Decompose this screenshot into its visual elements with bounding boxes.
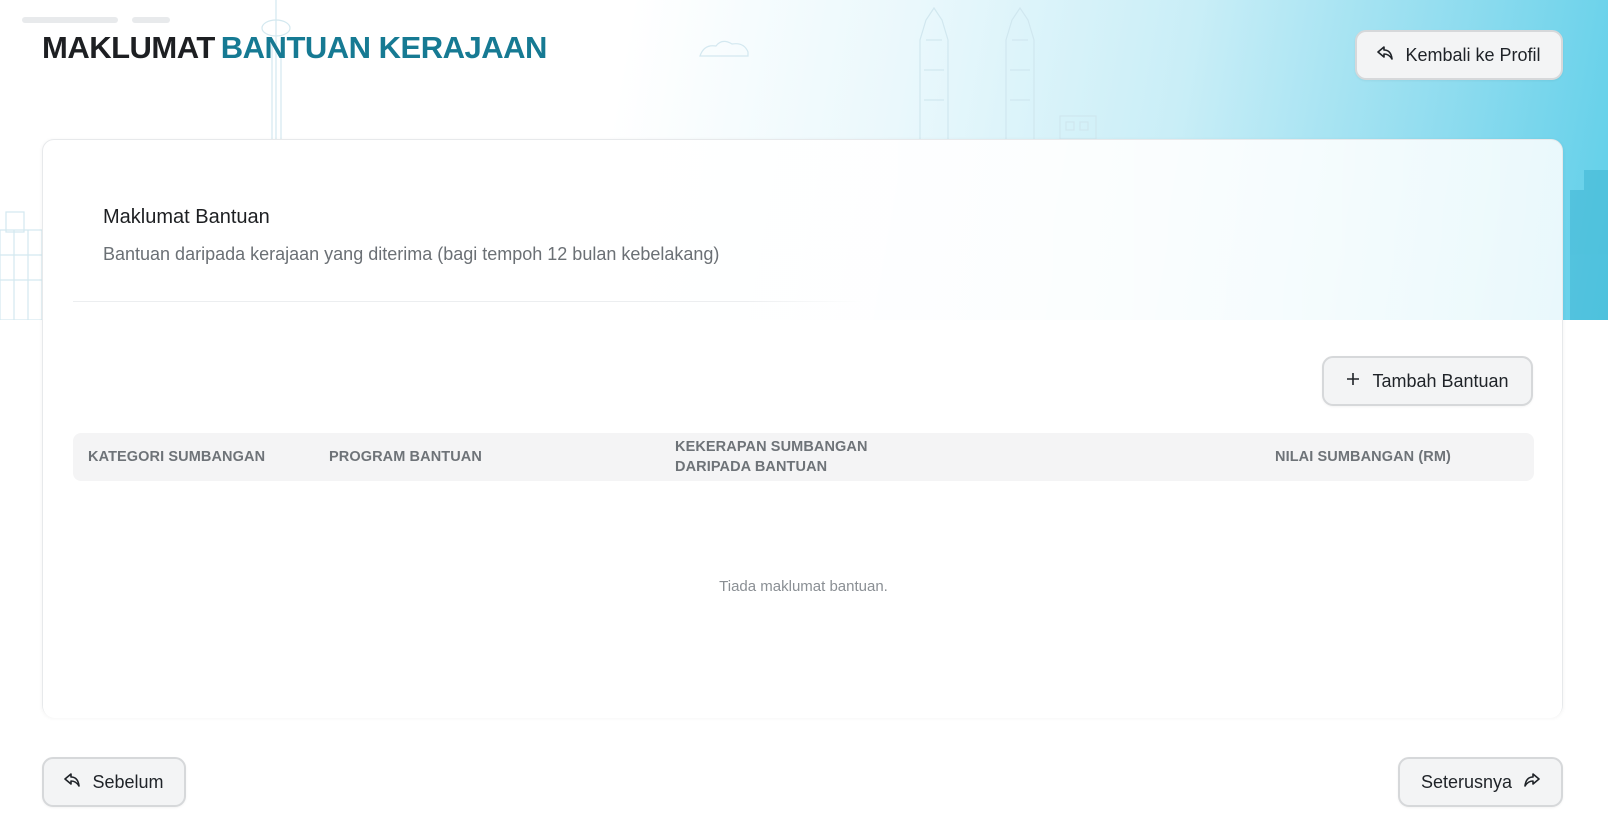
column-header-kekerapan: KEKERAPAN SUMBANGAN DARIPADA BANTUAN: [675, 439, 868, 475]
plus-icon: [1346, 372, 1360, 390]
back-to-profile-label: Kembali ke Profil: [1405, 44, 1541, 65]
add-assistance-label: Tambah Bantuan: [1372, 370, 1509, 391]
column-header-program: PROGRAM BANTUAN: [329, 449, 482, 465]
reply-arrow-icon: [1377, 46, 1394, 64]
add-assistance-button[interactable]: Tambah Bantuan: [1322, 356, 1533, 406]
column-header-nilai: NILAI SUMBANGAN (RM): [1275, 449, 1451, 465]
table-header: KATEGORI SUMBANGAN PROGRAM BANTUAN KEKER…: [73, 433, 1534, 481]
next-label: Seterusnya: [1420, 771, 1513, 792]
forward-arrow-icon: [1524, 773, 1540, 791]
section-divider: [73, 301, 863, 302]
page-title-part2: BANTUAN KERAJAAN: [220, 30, 548, 65]
section-title: Maklumat Bantuan: [103, 206, 270, 228]
page-title: MAKLUMAT BANTUAN KERAJAAN: [42, 30, 547, 66]
next-button[interactable]: Seterusnya: [1398, 757, 1563, 807]
section-subtitle: Bantuan daripada kerajaan yang diterima …: [103, 244, 720, 264]
back-to-profile-button[interactable]: Kembali ke Profil: [1355, 30, 1563, 80]
empty-table-message: Tiada maklumat bantuan.: [719, 578, 888, 595]
previous-label: Sebelum: [92, 771, 164, 792]
reply-arrow-icon: [64, 773, 81, 791]
top-decoration: [22, 10, 184, 28]
column-header-kategori: KATEGORI SUMBANGAN: [88, 449, 266, 465]
page-title-part1: MAKLUMAT: [42, 30, 215, 65]
previous-button[interactable]: Sebelum: [42, 757, 186, 807]
assistance-card: Maklumat Bantuan Bantuan daripada keraja…: [42, 139, 1563, 718]
